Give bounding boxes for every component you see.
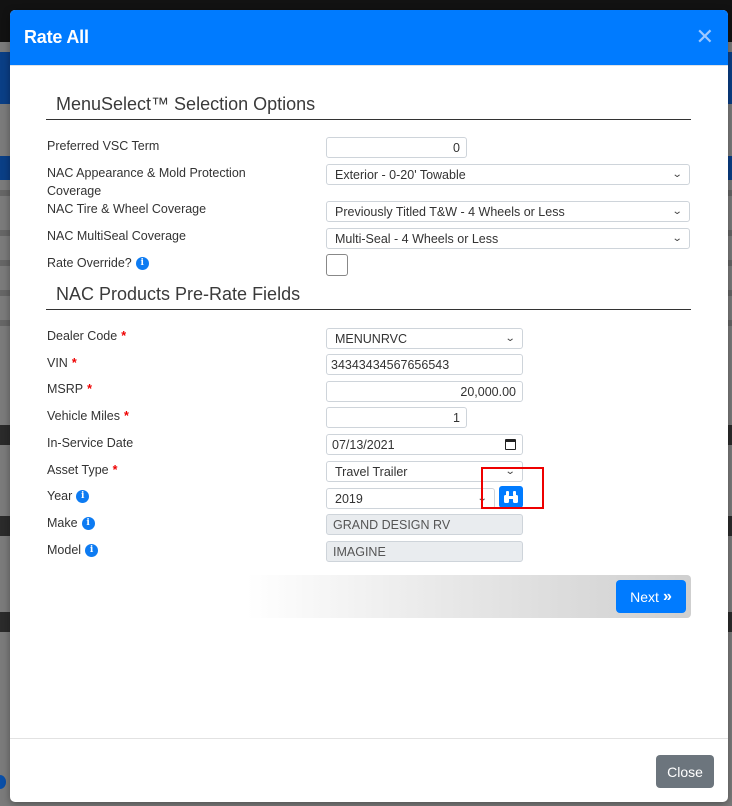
- label-text: Preferred VSC Term: [47, 139, 160, 153]
- vehicle-miles-label: Vehicle Miles *: [47, 407, 129, 425]
- close-button[interactable]: Close: [656, 755, 714, 788]
- modal-footer: Close: [10, 738, 728, 802]
- next-label: Next: [630, 588, 659, 605]
- year-select[interactable]: 2019 ⌄: [326, 488, 495, 509]
- in-service-date-label: In-Service Date: [47, 434, 133, 452]
- label-text: Rate Override?: [47, 256, 132, 270]
- wizard-nav-bar: Next »: [247, 575, 691, 618]
- label-text: VIN: [47, 356, 68, 370]
- label-text: Asset Type: [47, 463, 109, 477]
- tire-wheel-coverage-select[interactable]: Previously Titled T&W - 4 Wheels or Less…: [326, 201, 690, 222]
- chevron-down-icon: ⌄: [671, 233, 683, 244]
- make-label: Make i: [47, 514, 95, 532]
- select-value: Travel Trailer: [335, 464, 408, 479]
- dealer-code-label: Dealer Code *: [47, 327, 126, 345]
- input-value: IMAGINE: [333, 544, 386, 559]
- close-label: Close: [667, 763, 703, 780]
- select-value: 2019: [335, 491, 363, 506]
- modal-body: MenuSelect™ Selection Options Preferred …: [10, 66, 728, 738]
- msrp-label: MSRP *: [47, 380, 92, 398]
- model-input: IMAGINE: [326, 541, 523, 562]
- select-value: MENUNRVC: [335, 331, 407, 346]
- label-text: MSRP: [47, 382, 84, 396]
- required-marker: *: [121, 329, 127, 343]
- vin-input[interactable]: 34343434567656543: [326, 354, 523, 375]
- label-text: NAC Appearance & Mold Protection Coverag…: [47, 166, 246, 198]
- rate-override-checkbox[interactable]: [326, 254, 348, 276]
- annotation-highlight-box: [481, 467, 544, 509]
- vin-label: VIN *: [47, 354, 77, 372]
- label-text: Model: [47, 543, 82, 557]
- next-button[interactable]: Next »: [616, 580, 686, 613]
- msrp-input[interactable]: 20,000.00: [326, 381, 523, 402]
- label-text: NAC MultiSeal Coverage: [47, 229, 186, 243]
- dealer-code-select[interactable]: MENUNRVC ⌄: [326, 328, 523, 349]
- input-value: 34343434567656543: [331, 357, 450, 372]
- label-text: Make: [47, 516, 78, 530]
- model-label: Model i: [47, 541, 99, 559]
- info-icon[interactable]: i: [135, 256, 149, 270]
- modal-header: Rate All ✕: [10, 10, 728, 66]
- tire-wheel-coverage-label: NAC Tire & Wheel Coverage: [47, 200, 206, 218]
- label-text: Vehicle Miles: [47, 409, 120, 423]
- label-text: In-Service Date: [47, 436, 134, 450]
- appearance-coverage-select[interactable]: Exterior - 0-20' Towable ⌄: [326, 164, 690, 185]
- preferred-vsc-term-label: Preferred VSC Term: [47, 137, 159, 155]
- label-text: Year: [47, 489, 73, 503]
- required-marker: *: [87, 382, 92, 396]
- info-icon[interactable]: i: [85, 543, 99, 557]
- input-value: 20,000.00: [460, 384, 516, 399]
- chevron-down-icon: ⌄: [504, 333, 516, 344]
- required-marker: *: [71, 356, 77, 370]
- vehicle-miles-input[interactable]: 1: [326, 407, 467, 428]
- menuselect-section-title: MenuSelect™ Selection Options: [46, 94, 691, 120]
- close-x-icon[interactable]: ✕: [696, 26, 714, 49]
- backdrop-dot: [0, 775, 6, 789]
- input-value: 1: [453, 410, 460, 425]
- asset-type-label: Asset Type *: [47, 461, 117, 479]
- preferred-vsc-term-input[interactable]: 0: [326, 137, 467, 158]
- chevron-down-icon: ⌄: [671, 169, 683, 180]
- rate-override-label: Rate Override? i: [47, 254, 149, 272]
- input-value: 07/13/2021: [332, 437, 395, 452]
- rate-all-modal: Rate All ✕ MenuSelect™ Selection Options…: [10, 10, 728, 802]
- info-icon[interactable]: i: [76, 489, 90, 503]
- info-icon[interactable]: i: [81, 516, 95, 530]
- in-service-date-input[interactable]: 07/13/2021: [326, 434, 523, 455]
- multiseal-coverage-label: NAC MultiSeal Coverage: [47, 227, 186, 245]
- calendar-icon[interactable]: [505, 439, 516, 450]
- required-marker: *: [112, 463, 118, 477]
- modal-title: Rate All: [24, 27, 89, 47]
- input-value: 0: [453, 140, 460, 155]
- make-input: GRAND DESIGN RV: [326, 514, 523, 535]
- nac-section-title: NAC Products Pre-Rate Fields: [46, 284, 691, 310]
- select-value: Exterior - 0-20' Towable: [335, 167, 466, 182]
- appearance-coverage-label: NAC Appearance & Mold Protection Coverag…: [47, 164, 287, 200]
- select-value: Multi-Seal - 4 Wheels or Less: [335, 231, 499, 246]
- double-chevron-right-icon: »: [662, 587, 672, 605]
- chevron-down-icon: ⌄: [671, 206, 683, 217]
- multiseal-coverage-select[interactable]: Multi-Seal - 4 Wheels or Less ⌄: [326, 228, 690, 249]
- label-text: NAC Tire & Wheel Coverage: [47, 202, 207, 216]
- required-marker: *: [123, 409, 129, 423]
- input-value: GRAND DESIGN RV: [333, 517, 451, 532]
- select-value: Previously Titled T&W - 4 Wheels or Less: [335, 204, 565, 219]
- label-text: Dealer Code: [47, 329, 118, 343]
- year-label: Year i: [47, 487, 90, 505]
